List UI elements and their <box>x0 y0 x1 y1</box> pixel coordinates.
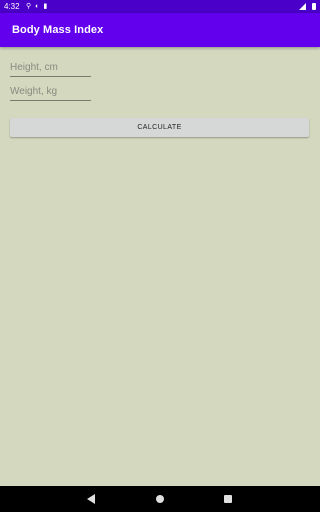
height-field[interactable] <box>10 59 91 77</box>
battery-icon <box>312 3 316 10</box>
sim-icon: ▮ <box>43 3 48 10</box>
page-title: Body Mass Index <box>12 24 104 36</box>
calculate-button[interactable]: CALCULATE <box>10 118 309 137</box>
navigation-bar <box>0 486 320 512</box>
status-time: 4:32 <box>4 2 20 11</box>
sync-icon: ◐ <box>35 3 40 10</box>
status-bar: 4:32 ⚲ ◐ ▮ <box>0 0 320 13</box>
app-bar: Body Mass Index <box>0 13 320 47</box>
bluetooth-icon: ⚲ <box>26 3 32 10</box>
status-icons: ⚲ ◐ ▮ <box>26 0 47 13</box>
weight-field[interactable] <box>10 83 91 101</box>
home-icon[interactable] <box>156 495 164 503</box>
recents-icon[interactable] <box>224 495 232 503</box>
back-icon[interactable] <box>87 494 95 504</box>
signal-icon <box>299 3 306 10</box>
